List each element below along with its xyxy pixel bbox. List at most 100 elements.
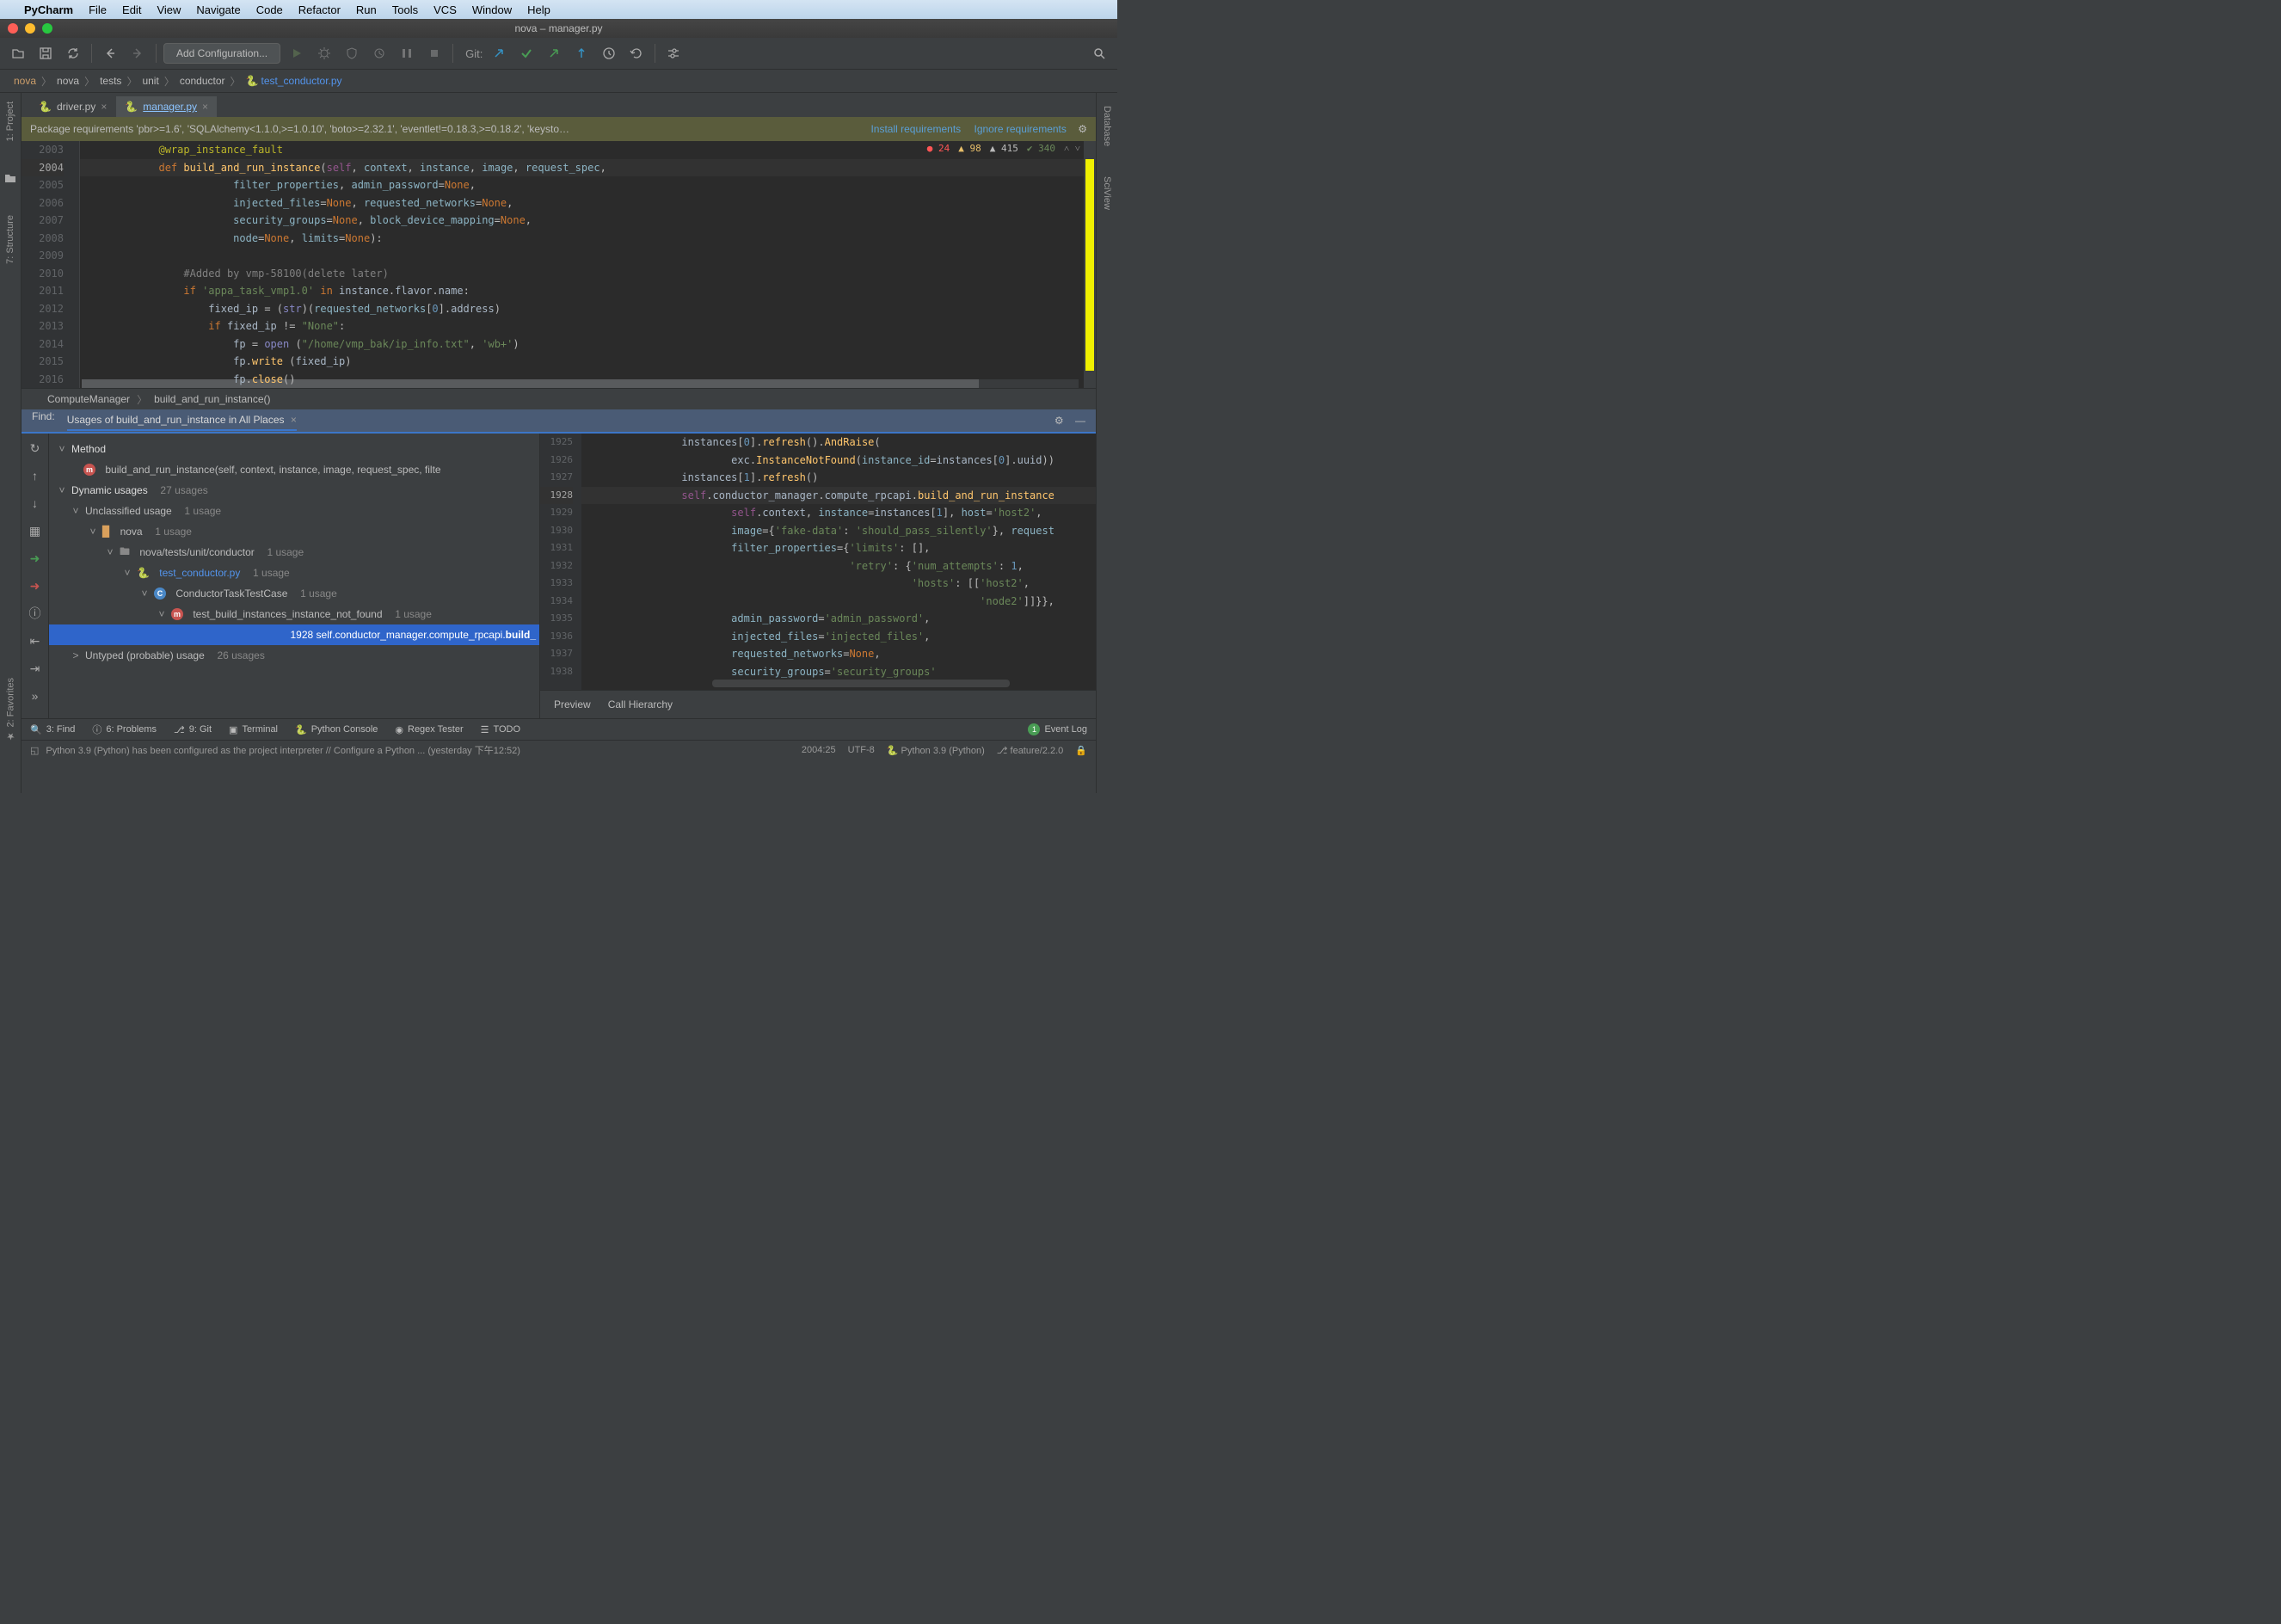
- close-icon[interactable]: ×: [202, 101, 208, 113]
- banner-text: Package requirements 'pbr>=1.6', 'SQLAlc…: [30, 123, 569, 135]
- bc-seg[interactable]: tests: [95, 75, 126, 87]
- save-icon[interactable]: [34, 42, 57, 65]
- bc-seg[interactable]: conductor: [175, 75, 231, 87]
- crumb-class[interactable]: ComputeManager: [47, 393, 130, 405]
- banner-settings-icon[interactable]: ⚙: [1078, 123, 1087, 135]
- menu-file[interactable]: File: [89, 3, 107, 16]
- menu-code[interactable]: Code: [256, 3, 283, 16]
- git-update-icon[interactable]: [570, 42, 593, 65]
- bc-seg[interactable]: unit: [137, 75, 163, 87]
- requirements-banner: Package requirements 'pbr>=1.6', 'SQLAlc…: [22, 117, 1096, 141]
- terminal-tool-button[interactable]: ▣ Terminal: [229, 723, 278, 736]
- group-icon[interactable]: ▦: [26, 521, 45, 540]
- todo-tool-button[interactable]: ☰ TODO: [481, 723, 520, 736]
- git-commit-icon[interactable]: [515, 42, 538, 65]
- app-name[interactable]: PyCharm: [24, 3, 73, 16]
- preview-editor[interactable]: instances[0].refresh().AndRaise( exc.Ins…: [581, 434, 1096, 690]
- preview-scrollbar[interactable]: [712, 680, 1010, 687]
- import-icon[interactable]: ➜: [26, 576, 45, 595]
- problems-tool-button[interactable]: ⓘ 6: Problems: [92, 723, 157, 736]
- prev-icon[interactable]: ↑: [26, 466, 45, 485]
- find-tab[interactable]: Usages of build_and_run_instance in All …: [67, 410, 297, 431]
- regex-tool-button[interactable]: ◉ Regex Tester: [395, 723, 463, 736]
- concurrency-icon[interactable]: [396, 42, 418, 65]
- caret-position[interactable]: 2004:25: [802, 745, 836, 755]
- error-stripe[interactable]: [1084, 141, 1096, 388]
- minimize-window-button[interactable]: [25, 23, 35, 34]
- git-tool-button[interactable]: ⎇ 9: Git: [174, 723, 212, 736]
- python-console-tool-button[interactable]: 🐍 Python Console: [295, 723, 378, 736]
- open-icon[interactable]: [7, 42, 29, 65]
- window-titlebar: nova – manager.py: [0, 19, 1117, 38]
- menu-view[interactable]: View: [157, 3, 181, 16]
- bc-file[interactable]: 🐍test_conductor.py: [241, 75, 347, 87]
- close-icon[interactable]: ×: [101, 101, 107, 113]
- bc-root[interactable]: nova: [9, 75, 41, 87]
- lock-icon[interactable]: 🔒: [1075, 745, 1087, 756]
- tab-manager[interactable]: 🐍 manager.py ×: [116, 96, 218, 117]
- export-icon[interactable]: ➜: [26, 549, 45, 568]
- back-icon[interactable]: [99, 42, 121, 65]
- interpreter[interactable]: 🐍 Python 3.9 (Python): [887, 745, 985, 756]
- usage-hit-selected[interactable]: 1928 self.conductor_manager.compute_rpca…: [49, 624, 539, 645]
- inspections-widget[interactable]: ● 24 ▲ 98 ▲ 415 ✔ 340 ˄ ˅: [927, 143, 1080, 154]
- install-requirements-link[interactable]: Install requirements: [870, 123, 961, 135]
- coverage-icon[interactable]: [341, 42, 363, 65]
- rollback-icon[interactable]: [625, 42, 648, 65]
- menu-edit[interactable]: Edit: [122, 3, 141, 16]
- forward-icon[interactable]: [126, 42, 149, 65]
- menu-navigate[interactable]: Navigate: [196, 3, 240, 16]
- project-tool-button[interactable]: 1: Project: [5, 102, 15, 141]
- code-editor[interactable]: ● 24 ▲ 98 ▲ 415 ✔ 340 ˄ ˅ 20032004200520…: [22, 141, 1096, 388]
- menu-refactor[interactable]: Refactor: [298, 3, 341, 16]
- preview-tab[interactable]: Preview: [554, 698, 591, 710]
- structure-tool-button[interactable]: 7: Structure: [5, 215, 15, 264]
- profiler-icon[interactable]: [368, 42, 390, 65]
- rerun-icon[interactable]: ↻: [26, 439, 45, 458]
- menu-tools[interactable]: Tools: [392, 3, 418, 16]
- find-tool-button[interactable]: 🔍 3: Find: [30, 723, 75, 736]
- maximize-window-button[interactable]: [42, 23, 52, 34]
- git-pull-icon[interactable]: [488, 42, 510, 65]
- git-branch[interactable]: ⎇ feature/2.2.0: [997, 745, 1064, 756]
- window-title: nova – manager.py: [514, 22, 602, 34]
- bc-seg[interactable]: nova: [52, 75, 84, 87]
- run-configuration-dropdown[interactable]: Add Configuration...: [163, 43, 280, 64]
- database-tool-button[interactable]: Database: [1102, 106, 1112, 146]
- ignore-requirements-link[interactable]: Ignore requirements: [974, 123, 1067, 135]
- crumb-method[interactable]: build_and_run_instance(): [154, 393, 270, 405]
- editor-gutter[interactable]: 2003200420052006200720082009201020112012…: [22, 141, 80, 388]
- find-settings-icon[interactable]: ⚙: [1054, 415, 1064, 427]
- preview-gutter[interactable]: 1925192619271928192919301931193219331934…: [540, 434, 581, 690]
- debug-icon[interactable]: [313, 42, 335, 65]
- menu-run[interactable]: Run: [356, 3, 377, 16]
- sync-icon[interactable]: [62, 42, 84, 65]
- close-icon[interactable]: ×: [291, 414, 297, 426]
- collapse-icon[interactable]: ⇥: [26, 659, 45, 678]
- run-icon[interactable]: [286, 42, 308, 65]
- menu-help[interactable]: Help: [527, 3, 550, 16]
- menu-vcs[interactable]: VCS: [433, 3, 457, 16]
- stop-icon[interactable]: [423, 42, 446, 65]
- event-log-button[interactable]: 1Event Log: [1028, 723, 1087, 735]
- history-icon[interactable]: [598, 42, 620, 65]
- editor-content[interactable]: @wrap_instance_fault def build_and_run_i…: [80, 141, 1084, 388]
- menu-window[interactable]: Window: [472, 3, 512, 16]
- tool-windows-icon[interactable]: ◱: [30, 745, 39, 756]
- git-push-icon[interactable]: [543, 42, 565, 65]
- tab-driver[interactable]: 🐍 driver.py ×: [30, 96, 116, 117]
- search-icon[interactable]: [1088, 42, 1110, 65]
- next-icon[interactable]: ↓: [26, 494, 45, 513]
- settings-icon[interactable]: [662, 42, 685, 65]
- more-icon[interactable]: »: [26, 686, 45, 705]
- folder-icon[interactable]: [3, 171, 17, 185]
- file-encoding[interactable]: UTF-8: [848, 745, 875, 755]
- usages-tree[interactable]: ˅Method m build_and_run_instance(self, c…: [49, 434, 539, 718]
- expand-icon[interactable]: ⇤: [26, 631, 45, 650]
- info-icon[interactable]: ⓘ: [26, 604, 45, 623]
- call-hierarchy-tab[interactable]: Call Hierarchy: [608, 698, 673, 710]
- favorites-tool-button[interactable]: ★ 2: Favorites: [5, 678, 16, 741]
- hide-icon[interactable]: —: [1075, 415, 1085, 427]
- sciview-tool-button[interactable]: SciView: [1102, 176, 1112, 210]
- close-window-button[interactable]: [8, 23, 18, 34]
